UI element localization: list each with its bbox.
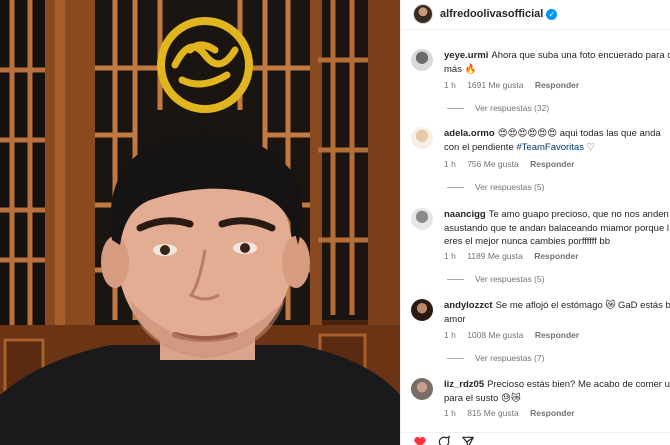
post-header: alfredoolivasofficial ✓ <box>401 0 670 28</box>
view-replies-label: Ver respuestas (7) <box>475 353 545 363</box>
share-icon[interactable] <box>461 435 475 445</box>
post-photo-illustration <box>0 0 400 445</box>
comment-item: naancigg Te amo guapo precioso, que no no… <box>411 208 670 292</box>
comment-text: andylozzct Se me aflojó el estómago 😿 GaD… <box>444 299 670 326</box>
reply-button[interactable]: Responder <box>534 251 578 261</box>
comment-text: adela.ormo 😍😍😍😍😍😍 aqui todas las que anda… <box>444 127 670 154</box>
verified-badge-icon: ✓ <box>546 8 558 20</box>
comment-text-line: para el susto 😓😿 <box>444 392 521 404</box>
view-replies-label: Ver respuestas (5) <box>475 182 545 192</box>
comments-panel: alfredoolivasofficial ✓ yeye.urmi Ahora q… <box>400 0 670 445</box>
heart-icon[interactable] <box>413 435 427 445</box>
comment-text-line: 😍😍😍😍😍😍 aqui todas las que anda <box>497 128 661 139</box>
commenter-avatar[interactable] <box>411 299 433 321</box>
view-replies-button[interactable]: Ver respuestas (7) <box>447 353 544 363</box>
commenter-username[interactable]: yeye.urmi <box>444 50 488 61</box>
comment-text-line: con el pendiente <box>444 141 517 153</box>
comment-time: 1 h <box>444 251 456 261</box>
comment-meta: 1 h 1008 Me gusta Responder <box>444 330 588 340</box>
comment-text-line: más 🔥 <box>444 63 477 75</box>
comment-likes[interactable]: 1008 Me gusta <box>467 330 523 340</box>
replies-divider <box>447 186 464 188</box>
comment-time: 1 h <box>444 408 456 418</box>
comment-text-line: Te amo guapo precioso, que no nos anden <box>488 209 669 220</box>
comment-text-line: Ahora que suba una foto encuerado para c… <box>491 50 670 61</box>
replies-divider <box>447 357 464 359</box>
comment-likes[interactable]: 1691 Me gusta <box>467 80 523 90</box>
comment-item: yeye.urmi Ahora que suba una foto encuera… <box>411 49 670 119</box>
header-divider <box>401 29 670 30</box>
comment-time: 1 h <box>444 80 456 90</box>
comment-text: liz_rdz05 Precioso estás bien? Me acabo d… <box>444 378 670 405</box>
view-replies-button[interactable]: Ver respuestas (32) <box>447 103 549 113</box>
commenter-username[interactable]: naancigg <box>444 209 486 220</box>
comment-text-line: Se me aflojó el estómago 😿 GaD estás bie <box>495 300 670 311</box>
comment-text-line: asustando que te andan balaceando miamor… <box>444 222 669 234</box>
comment-time: 1 h <box>444 330 456 340</box>
comment-text-line: Precioso estás bien? Me acabo de comer u… <box>487 379 670 390</box>
author-avatar[interactable] <box>413 4 433 24</box>
reply-button[interactable]: Responder <box>530 408 574 418</box>
post-photo[interactable] <box>0 0 400 445</box>
comment-item: andylozzct Se me aflojó el estómago 😿 GaD… <box>411 299 670 369</box>
comment-item: adela.ormo 😍😍😍😍😍😍 aqui todas las que anda… <box>411 127 670 197</box>
comment-likes[interactable]: 756 Me gusta <box>467 159 519 169</box>
comment-meta: 1 h 815 Me gusta Responder <box>444 408 584 418</box>
view-replies-button[interactable]: Ver respuestas (5) <box>447 274 544 284</box>
comment-meta: 1 h 1691 Me gusta Responder <box>444 80 588 90</box>
replies-divider <box>447 278 464 280</box>
comment-meta: 1 h 1189 Me gusta Responder <box>444 251 588 261</box>
view-replies-button[interactable]: Ver respuestas (5) <box>447 182 544 192</box>
commenter-avatar[interactable] <box>411 378 433 400</box>
comment-icon[interactable] <box>437 435 451 445</box>
commenter-username[interactable]: andylozzct <box>444 300 493 311</box>
author-username[interactable]: alfredoolivasofficial <box>440 8 543 20</box>
commenter-avatar[interactable] <box>411 49 433 71</box>
view-replies-label: Ver respuestas (5) <box>475 274 545 284</box>
view-replies-label: Ver respuestas (32) <box>475 103 550 113</box>
comment-likes[interactable]: 1189 Me gusta <box>467 251 523 261</box>
post-actions <box>413 435 485 445</box>
comment-likes[interactable]: 815 Me gusta <box>467 408 519 418</box>
commenter-avatar[interactable] <box>411 208 433 230</box>
comment-item: liz_rdz05 Precioso estás bien? Me acabo d… <box>411 378 670 424</box>
commenter-username[interactable]: adela.ormo <box>444 128 495 139</box>
reply-button[interactable]: Responder <box>530 159 574 169</box>
actions-divider <box>401 432 670 433</box>
comment-text-line: amor <box>444 313 466 325</box>
commenter-avatar[interactable] <box>411 127 433 149</box>
hashtag-link[interactable]: #TeamFavoritas <box>516 142 584 153</box>
reply-button[interactable]: Responder <box>535 330 579 340</box>
commenter-username[interactable]: liz_rdz05 <box>444 379 484 390</box>
comment-text-line: eres el mejor nunca cambies porffffff bb <box>444 236 610 247</box>
comment-text: naancigg Te amo guapo precioso, que no no… <box>444 208 670 249</box>
comment-text-line: ♡ <box>583 141 596 153</box>
replies-divider <box>447 107 464 109</box>
comment-text: yeye.urmi Ahora que suba una foto encuera… <box>444 49 670 76</box>
comment-meta: 1 h 756 Me gusta Responder <box>444 159 584 169</box>
comment-time: 1 h <box>444 159 456 169</box>
reply-button[interactable]: Responder <box>535 80 579 90</box>
